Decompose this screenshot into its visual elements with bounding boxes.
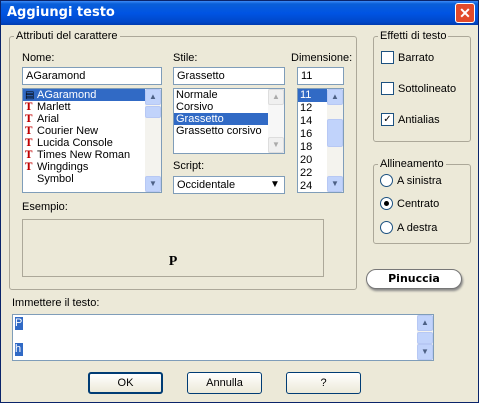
font-name: AGaramond: [37, 89, 97, 101]
scroll-down-icon[interactable]: ▼: [327, 176, 343, 192]
radio-label: A destra: [397, 222, 438, 234]
font-name: Symbol: [37, 173, 74, 185]
script-value: Occidentale: [177, 179, 236, 191]
font-name: Lucida Console: [37, 137, 113, 149]
font-name-input[interactable]: AGaramond: [22, 67, 162, 85]
text-line: [15, 330, 431, 343]
radio-centrato[interactable]: [380, 197, 393, 210]
radio-a-destra[interactable]: [380, 221, 393, 234]
list-item[interactable]: Symbol: [23, 173, 161, 185]
font-name-list[interactable]: ▤ AGaramond T Marlett T Arial T Courier New T Luc…: [22, 88, 162, 193]
check-icon: ✓: [383, 114, 392, 125]
checkbox-label: Barrato: [398, 52, 435, 64]
scroll-down-icon[interactable]: ▼: [417, 344, 433, 360]
font-attributes-legend: Attributi del carattere: [16, 30, 118, 42]
dialog-window: Aggiungi testo ✕ Attributi del carattere…: [0, 0, 479, 403]
text-line: P: [15, 317, 23, 330]
ok-button[interactable]: OK: [88, 372, 163, 394]
scroll-thumb[interactable]: [145, 106, 161, 118]
font-list-scrollbar[interactable]: ▲ ▼: [145, 89, 161, 192]
text-input-label: Immettere il testo:: [12, 297, 100, 309]
scroll-up-icon[interactable]: ▲: [145, 89, 161, 105]
list-item[interactable]: T Arial: [23, 113, 161, 125]
close-button[interactable]: ✕: [455, 3, 475, 23]
size-input[interactable]: 11: [297, 67, 344, 85]
scroll-up-icon[interactable]: ▲: [327, 89, 343, 105]
checkbox-label: Antialias: [398, 114, 440, 126]
alignment-legend: Allineamento: [380, 158, 444, 170]
size-list-scrollbar[interactable]: ▲ ▼: [327, 89, 343, 192]
style-label: Stile:: [173, 52, 198, 64]
text-scrollbar[interactable]: ▲ ▼: [417, 315, 433, 360]
style-input[interactable]: Grassetto: [173, 67, 285, 85]
scroll-down-icon[interactable]: ▼: [145, 176, 161, 192]
font-name-label: Nome:: [22, 52, 55, 64]
font-name: Arial: [37, 113, 60, 125]
radio-dot-icon: [384, 201, 389, 206]
style-list-scrollbar[interactable]: ▲ ▼: [268, 89, 284, 153]
sample-label: Esempio:: [22, 201, 68, 213]
scroll-up-icon[interactable]: ▲: [268, 89, 284, 105]
checkbox-antialias[interactable]: ✓: [381, 113, 394, 126]
font-name: Wingdings: [37, 161, 89, 173]
close-icon: ✕: [459, 5, 471, 21]
list-item[interactable]: T Times New Roman: [23, 149, 161, 161]
radio-label: A sinistra: [397, 175, 442, 187]
list-item[interactable]: T Courier New: [23, 125, 161, 137]
list-item[interactable]: T Wingdings: [23, 161, 161, 173]
size-label: Dimensione:: [291, 52, 353, 64]
list-item[interactable]: T Lucida Console: [23, 137, 161, 149]
sample-preview: P: [22, 219, 324, 277]
radio-a-sinistra[interactable]: [380, 174, 393, 187]
size-list[interactable]: 11 12 14 16 18 20 22 24 ▲ ▼: [297, 88, 344, 193]
text-lines: Ph: [13, 315, 433, 358]
text-input-area[interactable]: Ph ▲ ▼: [12, 314, 434, 361]
scroll-up-icon[interactable]: ▲: [417, 315, 433, 331]
font-name: Marlett: [37, 101, 71, 113]
radio-label: Centrato: [397, 198, 440, 210]
list-item[interactable]: T Marlett: [23, 101, 161, 113]
help-button[interactable]: ?: [286, 372, 361, 394]
logo: Pinuccia: [366, 269, 462, 289]
text-effects-legend: Effetti di testo: [380, 30, 447, 42]
scroll-thumb[interactable]: [327, 119, 343, 147]
checkbox-barrato[interactable]: [381, 51, 394, 64]
cancel-button[interactable]: Annulla: [187, 372, 262, 394]
script-select[interactable]: Occidentale ▼: [173, 176, 285, 194]
scroll-down-icon[interactable]: ▼: [268, 137, 284, 153]
text-line: h: [15, 343, 23, 356]
scroll-thumb[interactable]: [417, 332, 433, 344]
style-list[interactable]: Normale Corsivo Grassetto Grassetto corsivo…: [173, 88, 285, 154]
font-name: Times New Roman: [37, 149, 131, 161]
window-title: Aggiungi testo: [7, 5, 115, 20]
checkbox-label: Sottolineato: [398, 83, 457, 95]
script-label: Script:: [173, 160, 205, 172]
title-bar[interactable]: Aggiungi testo ✕: [1, 1, 478, 25]
checkbox-sottolineato[interactable]: [381, 82, 394, 95]
font-name: Courier New: [37, 125, 99, 137]
sample-text: P: [168, 254, 178, 269]
font-items: ▤ AGaramond T Marlett T Arial T Courier New T Luc…: [23, 89, 161, 185]
chevron-down-icon[interactable]: ▼: [267, 178, 283, 193]
list-item[interactable]: ▤ AGaramond: [23, 89, 161, 101]
